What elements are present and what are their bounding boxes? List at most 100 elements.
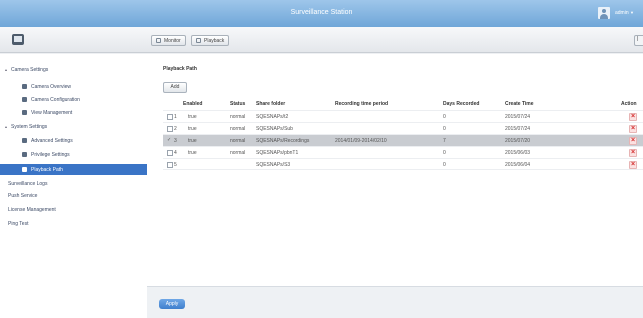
sidebar-item[interactable]: License Management: [0, 204, 147, 215]
sidebar-item[interactable]: Push Service: [0, 190, 147, 201]
cell-status: normal: [230, 138, 246, 144]
bottom-bar: Apply: [147, 286, 643, 318]
sidebar-item-label: Camera Configuration: [31, 96, 80, 103]
sidebar-item[interactable]: ▴ Camera Settings: [0, 64, 147, 75]
cell-status: normal: [230, 150, 246, 156]
cell-index: 1: [174, 114, 177, 120]
sidebar-item-label: View Management: [31, 109, 73, 116]
cell-status: normal: [230, 114, 246, 120]
sidebar-item-label: Push Service: [8, 192, 38, 199]
user-menu[interactable]: admin ▼: [615, 10, 634, 16]
sidebar-item-label: Camera Overview: [31, 83, 72, 90]
column-header[interactable]: Enabled: [183, 101, 202, 107]
cell-folder: SQESNAPs/t2: [256, 114, 289, 120]
monitor-icon: [156, 38, 161, 43]
row-checkbox[interactable]: [167, 114, 173, 120]
cell-enabled: true: [188, 150, 197, 156]
table-row[interactable]: ✓ 3 true normal SQESNAPs/Recordings 2014/01/0…: [163, 134, 643, 146]
table-header: Enabled Status Share folder Recording time …: [163, 98, 643, 110]
cell-index: 2: [174, 126, 177, 132]
nav-icon: [22, 152, 27, 157]
sidebar-item-label: Playback Path: [31, 166, 63, 173]
user-name-label: admin: [615, 10, 629, 16]
table-row[interactable]: 2 true normal SQESNAPs/Sub 0 2015/07/24 ×: [163, 122, 643, 134]
delete-icon[interactable]: ×: [629, 113, 637, 121]
panel-button[interactable]: |: [634, 35, 643, 46]
playback-button[interactable]: Playback: [191, 35, 230, 46]
cell-folder: SQESNAPs/pbnT1: [256, 150, 299, 156]
column-header[interactable]: Status: [230, 101, 245, 107]
cell-created: 2015/06/04: [505, 162, 531, 168]
nav-icon: [22, 110, 27, 115]
sidebar-item-label: System Settings: [11, 123, 48, 130]
delete-icon[interactable]: ×: [629, 161, 637, 169]
sidebar-item[interactable]: Playback Path: [0, 164, 147, 175]
cell-enabled: true: [188, 138, 197, 144]
cell-days: 7: [443, 138, 446, 144]
sidebar-item-label: License Management: [8, 206, 56, 213]
cell-index: 4: [174, 150, 177, 156]
monitor-button[interactable]: Monitor: [151, 35, 186, 46]
sidebar-item-label: Ping Test: [8, 220, 29, 227]
playback-path-table: Enabled Status Share folder Recording time …: [163, 98, 643, 170]
playback-icon: [196, 38, 201, 43]
cell-index: 3: [174, 138, 177, 144]
row-checkbox[interactable]: [167, 126, 173, 132]
nav-icon: [22, 167, 27, 172]
sidebar-item[interactable]: Camera Overview: [0, 81, 147, 92]
cell-created: 2015/07/20: [505, 138, 531, 144]
cell-days: 0: [443, 114, 446, 120]
apply-button[interactable]: Apply: [159, 299, 185, 309]
cell-folder: SQESNAPs/Recordings: [256, 138, 310, 144]
cell-index: 5: [174, 162, 177, 168]
column-header[interactable]: Share folder: [256, 101, 285, 107]
column-header[interactable]: Days Recorded: [443, 101, 479, 107]
column-header[interactable]: Recording time period: [335, 101, 388, 107]
sidebar-item[interactable]: ▴ System Settings: [0, 121, 147, 132]
column-header[interactable]: Create Time: [505, 101, 534, 107]
user-icon[interactable]: [598, 7, 610, 19]
app-menu-icon[interactable]: [12, 34, 24, 45]
sidebar-item[interactable]: Ping Test: [0, 218, 147, 229]
cell-folder: SQESNAPs/S3: [256, 162, 291, 168]
add-button[interactable]: Add: [163, 82, 187, 93]
row-checkbox[interactable]: [167, 150, 173, 156]
delete-icon[interactable]: ×: [629, 125, 637, 133]
row-checkbox[interactable]: [167, 162, 173, 168]
cell-created: 2015/07/24: [505, 126, 531, 132]
monitor-label: Monitor: [164, 37, 181, 44]
sidebar-item-label: Surveillance Logs: [8, 180, 48, 187]
window-title: Surveillance Station: [290, 9, 353, 16]
cell-folder: SQESNAPs/Sub: [256, 126, 293, 132]
sidebar-item[interactable]: Advanced Settings: [0, 135, 147, 146]
cell-period: 2014/01/09-2014/02/10: [335, 138, 387, 144]
sidebar-item[interactable]: View Management: [0, 107, 147, 118]
sidebar-item[interactable]: Privilege Settings: [0, 149, 147, 160]
chevron-down-icon: ▼: [630, 10, 634, 15]
cell-enabled: true: [188, 114, 197, 120]
sidebar-item-label: Advanced Settings: [31, 137, 73, 144]
section-title: Playback Path: [163, 66, 197, 72]
cell-days: 0: [443, 150, 446, 156]
cell-created: 2015/06/03: [505, 150, 531, 156]
row-checkbox[interactable]: ✓: [167, 137, 173, 143]
sidebar-item[interactable]: Surveillance Logs: [0, 178, 147, 189]
cell-days: 0: [443, 162, 446, 168]
title-bar: Surveillance Station admin ▼: [0, 0, 643, 27]
sidebar-item-label: Privilege Settings: [31, 151, 70, 158]
cell-status: normal: [230, 126, 246, 132]
column-header[interactable]: Action: [621, 101, 637, 107]
table-row[interactable]: 1 true normal SQESNAPs/t2 0 2015/07/24 ×: [163, 110, 643, 122]
delete-icon[interactable]: ×: [629, 149, 637, 157]
cell-enabled: true: [188, 126, 197, 132]
sidebar-item[interactable]: Camera Configuration: [0, 94, 147, 105]
cell-created: 2015/07/24: [505, 114, 531, 120]
toolbar: Monitor Playback |: [0, 27, 643, 53]
table-row[interactable]: 5 SQESNAPs/S3 0 2015/06/04 ×: [163, 158, 643, 170]
sidebar-item-label: Camera Settings: [11, 66, 49, 73]
playback-label: Playback: [204, 37, 225, 44]
nav-icon: [22, 97, 27, 102]
table-row[interactable]: 4 true normal SQESNAPs/pbnT1 0 2015/06/03 ×: [163, 146, 643, 158]
delete-icon[interactable]: ×: [629, 137, 637, 145]
main-panel: Playback Path Add Enabled Status Share fol…: [147, 54, 643, 318]
